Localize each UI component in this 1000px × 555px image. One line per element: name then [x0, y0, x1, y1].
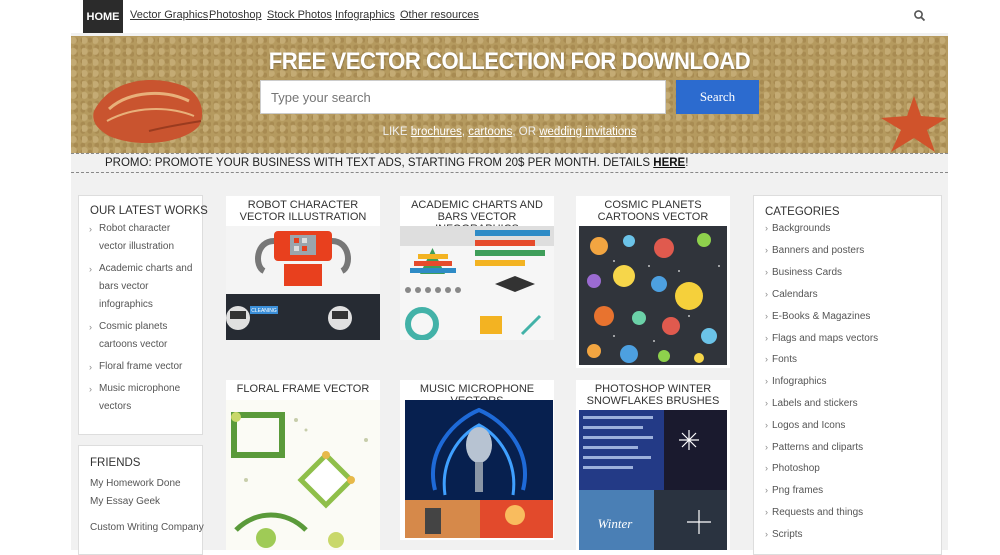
promo-text: PROMO: PROMOTE YOUR BUSINESS WITH TEXT A…: [105, 157, 651, 169]
chevron-right-icon: ›: [89, 224, 92, 234]
category-item[interactable]: › Fonts: [765, 354, 797, 365]
seashell-decoration: [93, 79, 203, 144]
chevron-right-icon: ›: [765, 420, 768, 430]
latest-item[interactable]: › Academic charts and bars vector infogr…: [89, 260, 199, 314]
category-item[interactable]: › Calendars: [765, 289, 818, 300]
nav-vector-graphics[interactable]: Vector Graphics: [130, 9, 208, 21]
card-title: Cosmic planets cartoons vector: [597, 199, 709, 223]
chevron-right-icon: ›: [765, 463, 768, 473]
card-title: Robot character vector illustration: [239, 199, 367, 223]
like-prefix: LIKE: [382, 126, 408, 138]
card-image[interactable]: [400, 226, 554, 340]
friend-link[interactable]: Custom Writing Company: [90, 522, 204, 533]
promo-link[interactable]: HERE: [653, 157, 685, 169]
chevron-right-icon: ›: [89, 264, 92, 274]
microphone-illustration: [405, 400, 553, 538]
latest-item[interactable]: › Robot character vector illustration: [89, 220, 199, 256]
card-music-microphone[interactable]: Music microphone vectors: [400, 380, 554, 540]
nav-photoshop[interactable]: Photoshop: [209, 9, 262, 21]
friend-link[interactable]: My Essay Geek: [90, 496, 160, 507]
chevron-right-icon: ›: [765, 442, 768, 452]
latest-works-box: OUR LATEST WORKS › Robot character vecto…: [78, 195, 208, 435]
banner-suggestions: LIKE brochures, cartoons, OR wedding inv…: [382, 126, 637, 138]
snowflakes-illustration: Winter: [579, 410, 727, 550]
planets-illustration: [587, 233, 720, 363]
category-item[interactable]: › Flags and maps vectors: [765, 333, 878, 344]
chevron-right-icon: ›: [765, 289, 768, 299]
link-wedding-invitations[interactable]: wedding invitations: [539, 126, 636, 138]
chevron-right-icon: ›: [89, 362, 92, 372]
card-image[interactable]: [405, 400, 553, 538]
friends-title: FRIENDS: [90, 457, 141, 469]
card-image[interactable]: [226, 400, 380, 550]
chevron-right-icon: ›: [765, 529, 768, 539]
chevron-right-icon: ›: [765, 507, 768, 517]
card-image[interactable]: [579, 226, 727, 365]
starfish-decoration: [881, 96, 947, 152]
search-input[interactable]: [260, 80, 666, 114]
chevron-right-icon: ›: [765, 376, 768, 386]
page-wrapper: HOME Vector Graphics Photoshop Stock Pho…: [71, 0, 948, 555]
card-floral-frame[interactable]: Floral frame vector: [226, 380, 380, 550]
chevron-right-icon: ›: [765, 311, 768, 321]
latest-works-title: OUR LATEST WORKS: [90, 205, 208, 217]
latest-item[interactable]: › Cosmic planets cartoons vector: [89, 318, 199, 354]
card-image[interactable]: Winter: [579, 410, 727, 550]
category-item[interactable]: › Logos and Icons: [765, 420, 845, 431]
category-item[interactable]: › Photoshop: [765, 463, 820, 474]
card-title: Photoshop winter snowflakes brushes: [586, 383, 720, 407]
category-item[interactable]: › E-Books & Magazines: [765, 311, 870, 322]
chevron-right-icon: ›: [765, 333, 768, 343]
latest-item[interactable]: › Music microphone vectors: [89, 380, 199, 416]
categories-title: CATEGORIES: [765, 206, 840, 218]
category-item[interactable]: › Scripts: [765, 529, 803, 540]
category-item[interactable]: › Patterns and cliparts: [765, 442, 863, 453]
latest-item[interactable]: › Floral frame vector: [89, 358, 199, 376]
nav-infographics[interactable]: Infographics: [335, 9, 395, 21]
card-winter-snowflakes[interactable]: Photoshop winter snowflakes brushes Wint…: [576, 380, 730, 550]
hero-banner: FREE VECTOR COLLECTION FOR DOWNLOAD Sear…: [71, 36, 948, 153]
like-or: , OR: [512, 126, 537, 138]
chevron-right-icon: ›: [765, 223, 768, 233]
link-cartoons[interactable]: cartoons: [468, 126, 512, 138]
categories-box: CATEGORIES › Backgrounds › Banners and pos…: [753, 195, 942, 555]
category-item[interactable]: › Png frames: [765, 485, 823, 496]
chevron-right-icon: ›: [89, 384, 92, 394]
card-cosmic-planets[interactable]: Cosmic planets cartoons vector: [576, 196, 730, 368]
category-item[interactable]: › Requests and things: [765, 507, 863, 518]
friends-box: FRIENDS My Homework Done My Essay Geek C…: [78, 445, 204, 555]
floral-frame-illustration: [231, 412, 368, 548]
chevron-right-icon: ›: [765, 485, 768, 495]
nav-other-resources[interactable]: Other resources: [400, 9, 479, 21]
chevron-right-icon: ›: [89, 322, 92, 332]
chevron-right-icon: ›: [765, 398, 768, 408]
category-item[interactable]: › Banners and posters: [765, 245, 864, 256]
nav-stock-photos[interactable]: Stock Photos: [267, 9, 332, 21]
chevron-right-icon: ›: [765, 267, 768, 277]
category-item[interactable]: › Labels and stickers: [765, 398, 858, 409]
banner-title: FREE VECTOR COLLECTION FOR DOWNLOAD: [268, 48, 751, 75]
nav-home[interactable]: HOME: [83, 0, 123, 33]
category-item[interactable]: › Infographics: [765, 376, 826, 387]
infographic-illustration: [400, 226, 554, 340]
card-title: Floral frame vector: [236, 383, 370, 395]
chevron-right-icon: ›: [765, 245, 768, 255]
category-item[interactable]: › Business Cards: [765, 267, 842, 278]
card-image[interactable]: CLEANING: [226, 226, 380, 340]
chevron-right-icon: ›: [765, 354, 768, 364]
category-item[interactable]: › Backgrounds: [765, 223, 830, 234]
card-robot[interactable]: Robot character vector illustration CLEA…: [226, 196, 380, 340]
cleaning-label: CLEANING: [251, 308, 277, 314]
card-academic-charts[interactable]: Academic charts and bars vector infograp…: [400, 196, 554, 340]
winter-label: Winter: [598, 516, 634, 531]
top-nav: HOME Vector Graphics Photoshop Stock Pho…: [71, 0, 948, 33]
robot-illustration: CLEANING: [226, 231, 380, 340]
search-icon[interactable]: [913, 9, 927, 23]
search-button[interactable]: Search: [676, 80, 759, 114]
link-brochures[interactable]: brochures: [411, 126, 462, 138]
friend-link[interactable]: My Homework Done: [90, 478, 181, 489]
promo-suffix: !: [685, 157, 689, 169]
promo-bar: PROMO: PROMOTE YOUR BUSINESS WITH TEXT A…: [71, 153, 948, 173]
